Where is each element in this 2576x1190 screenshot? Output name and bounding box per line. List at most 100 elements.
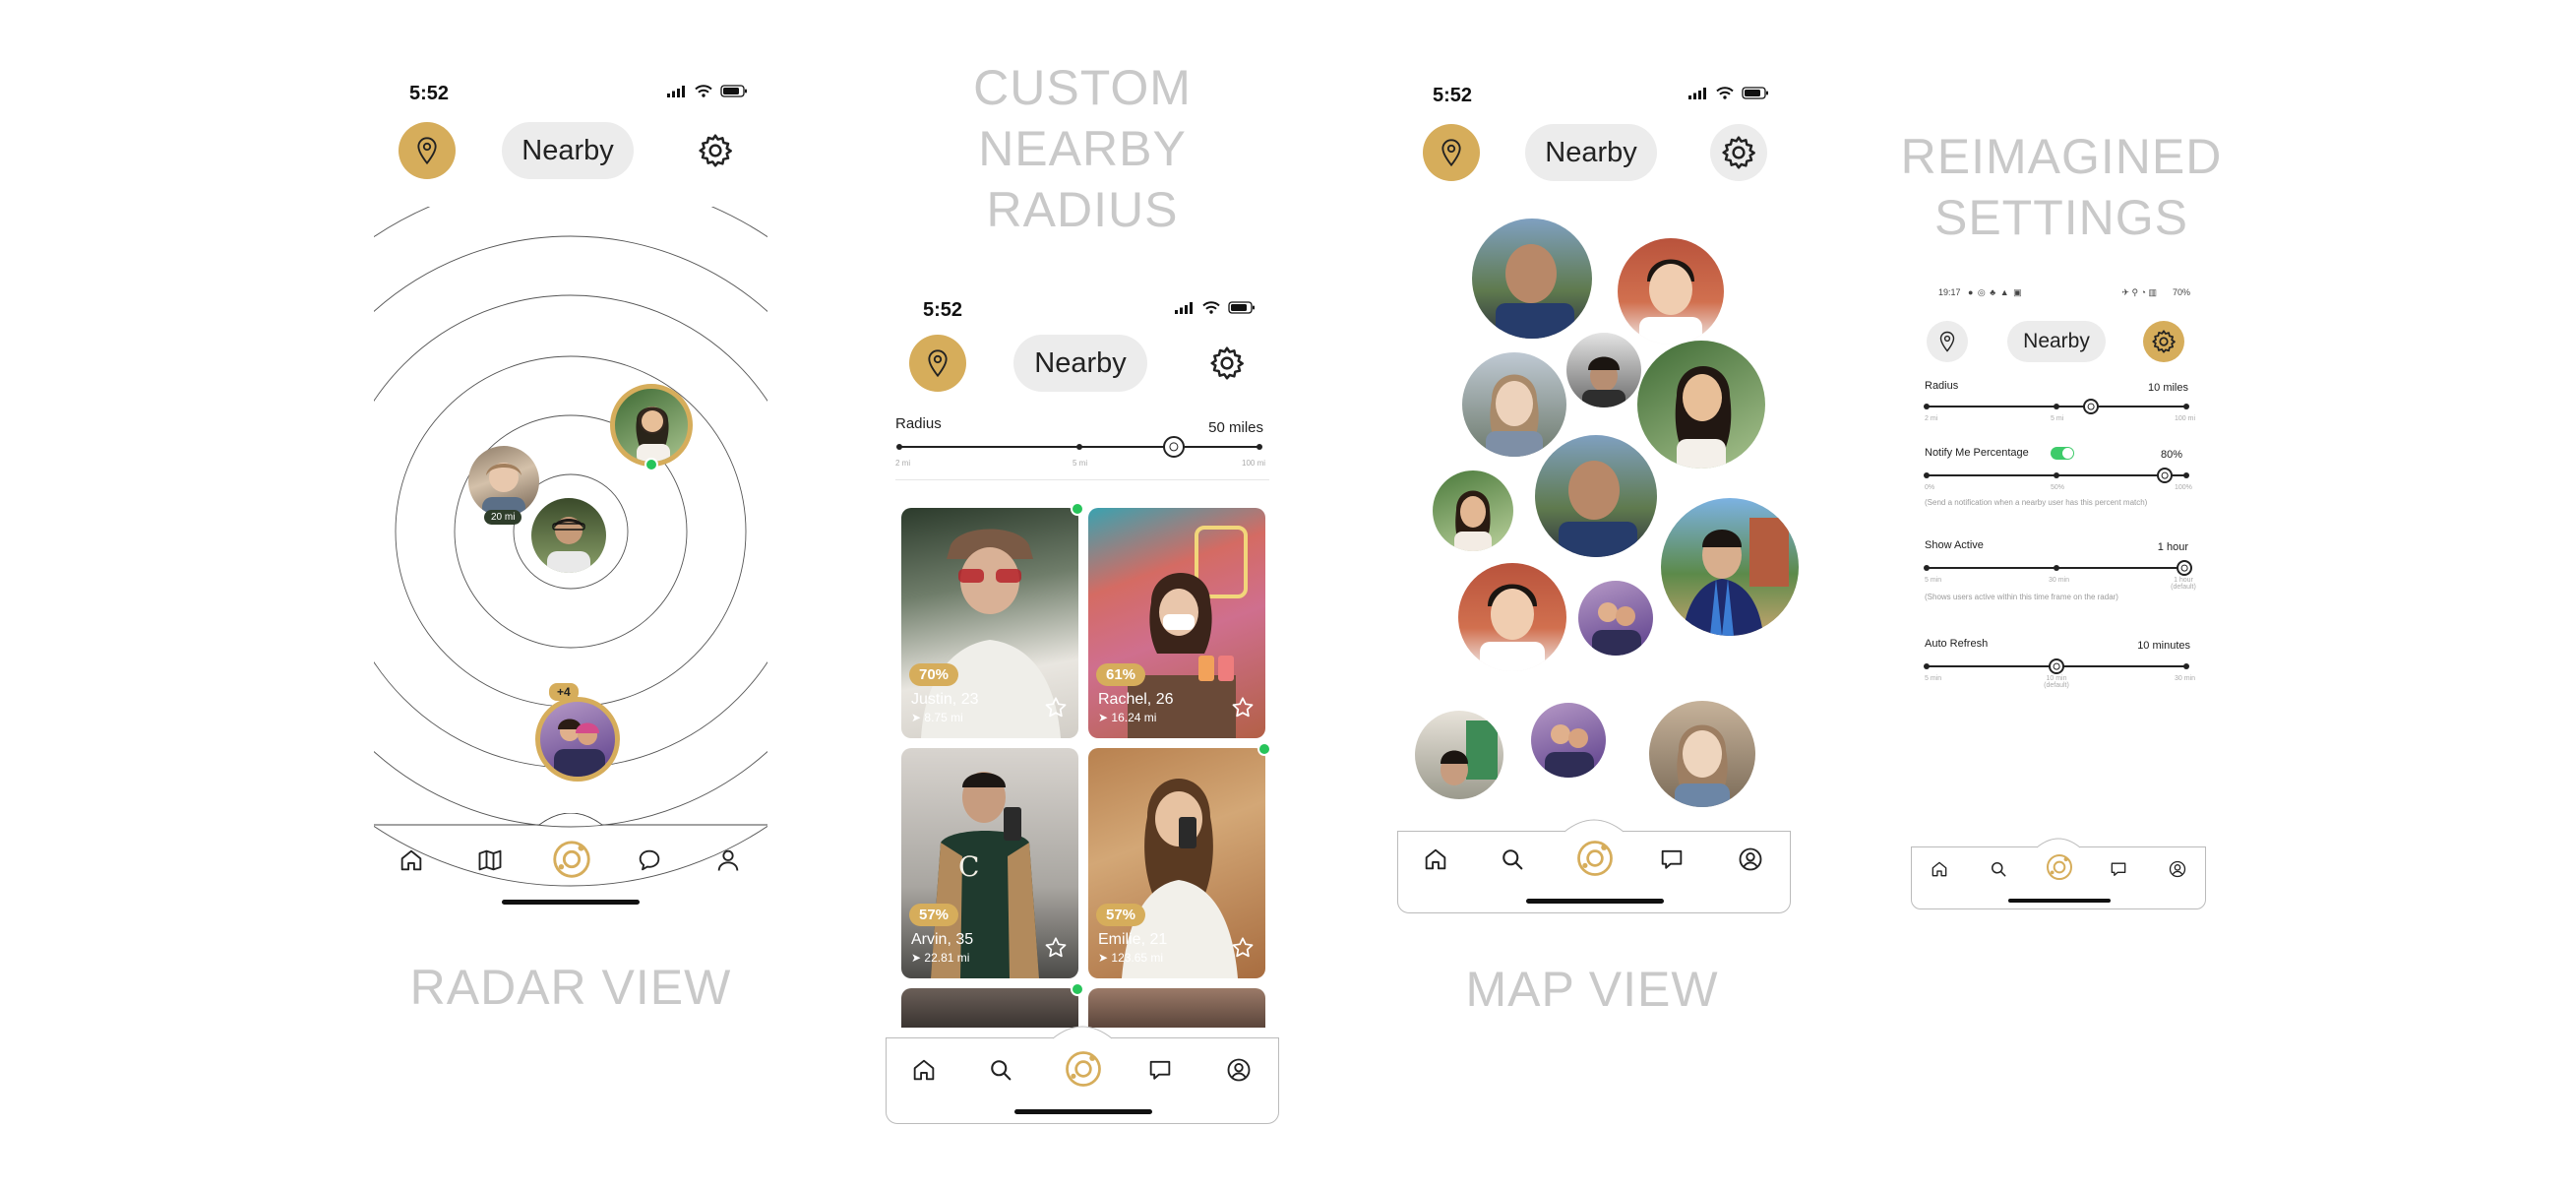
tab-search[interactable]	[1985, 855, 2012, 883]
signal-icon	[667, 86, 687, 97]
signal-icon	[1175, 302, 1195, 314]
user-card[interactable]: C 57% Arvin, 35 ➤ 22.81 mi	[901, 748, 1078, 978]
user-photo	[1454, 490, 1492, 551]
location-pin-icon	[1436, 137, 1467, 168]
tab-chat[interactable]	[1142, 1052, 1178, 1088]
gear-icon	[2150, 328, 2177, 355]
tab-home[interactable]	[394, 843, 429, 878]
user-card[interactable]: 61% Rachel, 26 ➤ 16.24 mi	[1088, 508, 1265, 738]
tab-chat[interactable]	[632, 843, 667, 878]
chat-bubble-icon	[1146, 1056, 1174, 1084]
user-card[interactable]: 70% Justin, 23 ➤ 8.75 mi	[901, 508, 1078, 738]
location-button[interactable]	[1927, 321, 1968, 362]
match-percent-badge: 57%	[1096, 904, 1146, 926]
radius-slider-thumb[interactable]	[1163, 436, 1185, 458]
map-user-bubble[interactable]	[1637, 341, 1765, 469]
tab-profile[interactable]	[1733, 842, 1768, 877]
tab-search[interactable]	[1495, 842, 1530, 877]
map-user-bubble[interactable]	[1618, 238, 1724, 344]
tab-home[interactable]	[906, 1052, 942, 1088]
top-header: Nearby	[374, 122, 767, 185]
tab-profile[interactable]	[2164, 855, 2191, 883]
profile-icon	[1225, 1056, 1253, 1084]
settings-button[interactable]	[1198, 335, 1256, 392]
location-button[interactable]	[399, 122, 456, 179]
tab-profile[interactable]	[1221, 1052, 1257, 1088]
status-time: 19:17	[1938, 287, 1961, 297]
map-user-bubble[interactable]	[1531, 703, 1606, 778]
radar-user-avatar-highlighted[interactable]	[610, 384, 693, 467]
map-user-bubble[interactable]	[1578, 581, 1653, 656]
tab-home[interactable]	[1418, 842, 1453, 877]
user-photo	[636, 407, 670, 462]
status-bar: 5:52	[886, 295, 1281, 325]
map-user-bubble[interactable]	[1661, 498, 1799, 636]
tick-label: 30 min	[2049, 577, 2070, 584]
radius-slider-thumb[interactable]	[2083, 399, 2099, 414]
search-icon	[1989, 859, 2008, 879]
tab-radar[interactable]	[547, 835, 596, 884]
favorite-button[interactable]	[1043, 935, 1069, 966]
setting-show-active: Show Active 1 hour 5 min 30 min 1 hour (…	[1924, 539, 2196, 614]
favorite-button[interactable]	[1230, 695, 1256, 725]
user-card-partial[interactable]	[1088, 988, 1265, 1028]
tab-map[interactable]	[472, 843, 508, 878]
radar-user-cluster-avatar[interactable]	[535, 697, 620, 782]
map-user-bubble[interactable]	[1566, 333, 1641, 407]
notify-slider-thumb[interactable]	[2157, 468, 2173, 483]
battery-icon	[1228, 301, 1256, 314]
favorite-button[interactable]	[1043, 695, 1069, 725]
user-card-partial[interactable]	[901, 988, 1078, 1028]
nearby-title-pill[interactable]: Nearby	[1525, 124, 1657, 181]
setting-notify-percentage: Notify Me Percentage 80% 0% 50% 100% (Se…	[1924, 447, 2196, 516]
user-photo	[1639, 259, 1702, 344]
radar-user-avatar[interactable]	[468, 446, 539, 517]
notify-toggle[interactable]	[2051, 447, 2074, 460]
map-user-bubble[interactable]	[1415, 711, 1503, 799]
tick-label: 2 mi	[1925, 415, 1938, 422]
tick-label: 100%	[2175, 484, 2192, 491]
tab-chat[interactable]	[1654, 842, 1689, 877]
user-card[interactable]: 57% Emilie, 21 ➤ 123.65 mi	[1088, 748, 1265, 978]
tick-label: 5 mi	[1073, 459, 1088, 468]
map-user-bubble[interactable]	[1462, 352, 1566, 457]
tab-radar[interactable]	[2042, 849, 2077, 885]
caption-custom-nearby-radius: CUSTOM NEARBY RADIUS	[905, 57, 1259, 240]
distance-value: 123.65 mi	[1111, 951, 1164, 965]
map-user-bubble[interactable]	[1535, 435, 1657, 557]
tab-radar[interactable]	[1059, 1044, 1108, 1094]
settings-button[interactable]	[1710, 124, 1767, 181]
slider-stop	[2183, 472, 2189, 478]
location-button[interactable]	[1423, 124, 1480, 181]
favorite-button[interactable]	[1230, 935, 1256, 966]
settings-button[interactable]	[687, 122, 744, 179]
star-icon	[1043, 935, 1069, 961]
location-button[interactable]	[909, 335, 966, 392]
tab-radar[interactable]	[1570, 834, 1620, 883]
map-user-bubble[interactable]	[1433, 470, 1513, 551]
status-icons	[667, 85, 748, 97]
slider-stop	[1924, 404, 1930, 409]
radar-user-avatar[interactable]	[531, 498, 606, 573]
tick-label: 0%	[1925, 484, 1935, 491]
search-icon	[1499, 846, 1526, 873]
radius-screen: 5:52 Nearby Radius 50 miles 2 mi 5 mi 10…	[886, 285, 1281, 1132]
settings-button[interactable]	[2143, 321, 2184, 362]
refresh-slider-thumb[interactable]	[2049, 658, 2064, 674]
android-status-bar: 19:17 ● ◎ ♣ ▲ ▣ ✈ ⚲ ◔ ▥ 70%	[1938, 287, 2190, 301]
tab-chat[interactable]	[2105, 855, 2132, 883]
active-slider-thumb[interactable]	[2177, 560, 2192, 576]
nearby-title-pill[interactable]: Nearby	[502, 122, 634, 179]
slider-stop	[2054, 404, 2059, 409]
tab-home[interactable]	[1926, 855, 1953, 883]
tab-search[interactable]	[983, 1052, 1018, 1088]
tab-profile[interactable]	[710, 843, 746, 878]
nearby-title-pill[interactable]: Nearby	[2007, 321, 2106, 362]
map-user-bubble[interactable]	[1458, 563, 1566, 671]
map-user-bubble[interactable]	[1649, 701, 1755, 807]
user-photo	[482, 463, 525, 517]
slider-stop	[1257, 444, 1262, 450]
map-user-bubble[interactable]	[1472, 219, 1592, 339]
settings-screen: 19:17 ● ◎ ♣ ▲ ▣ ✈ ⚲ ◔ ▥ 70% Nearby Radiu…	[1911, 280, 2208, 919]
nearby-title-pill[interactable]: Nearby	[1013, 335, 1147, 392]
